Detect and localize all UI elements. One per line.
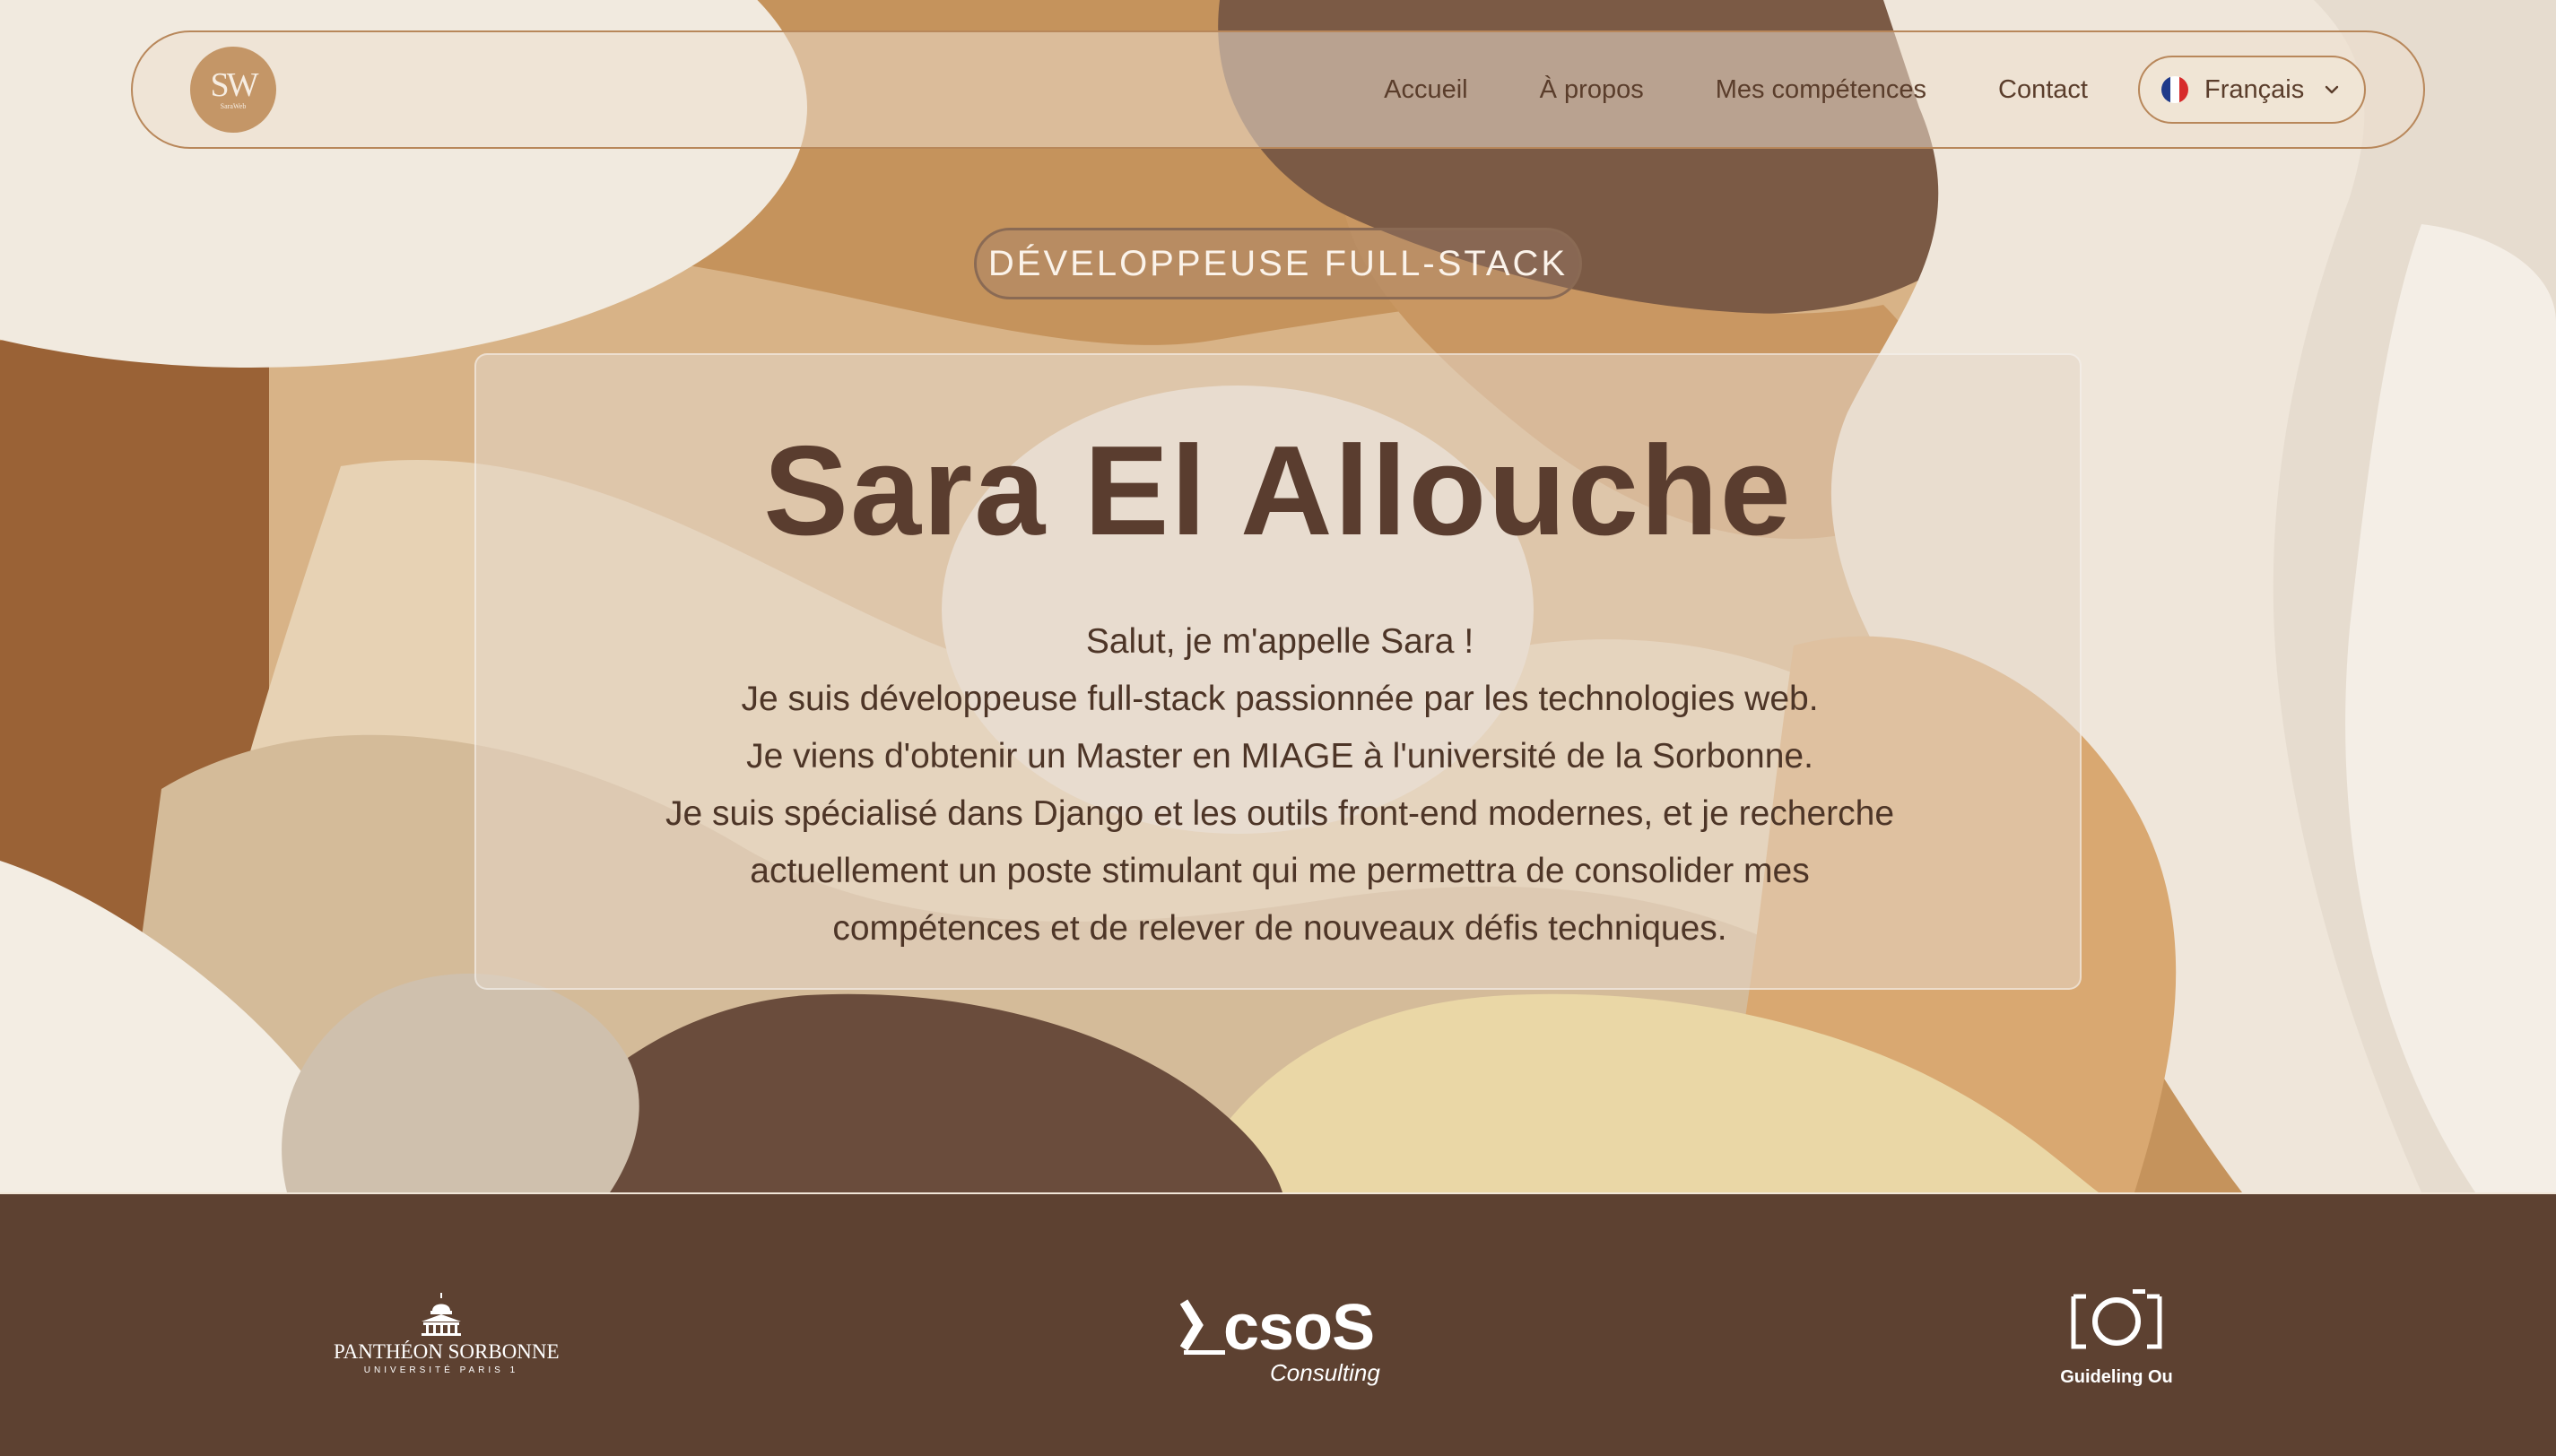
nav-link-a-propos[interactable]: À propos bbox=[1540, 75, 1644, 105]
logo-monogram: SW bbox=[210, 66, 259, 104]
partner-guideling[interactable]: Guideling Ou bbox=[2045, 1287, 2188, 1388]
chevron-down-icon bbox=[2325, 85, 2339, 94]
logo-subtext: SaraWeb bbox=[220, 102, 247, 110]
partner-pantheon-sorbonne[interactable]: PANTHÉON SORBONNE UNIVERSITÉ PARIS 1 bbox=[334, 1291, 560, 1375]
logo[interactable]: SW SaraWeb bbox=[190, 47, 276, 133]
nav-link-accueil[interactable]: Accueil bbox=[1384, 75, 1468, 105]
intro-card: Sara El Allouche Salut, je m'appelle Sar… bbox=[474, 353, 2082, 990]
camera-frame-icon bbox=[2071, 1289, 2162, 1349]
language-label: Français bbox=[2204, 74, 2305, 104]
bio-line: compétences et de relever de nouveaux dé… bbox=[832, 909, 1727, 948]
csos-subtitle: Consulting bbox=[1270, 1359, 1380, 1386]
pantheon-name: PANTHÉON SORBONNE bbox=[334, 1340, 560, 1363]
language-selector[interactable]: Français bbox=[2138, 56, 2366, 124]
bio-line: Je suis développeuse full-stack passionn… bbox=[741, 680, 1819, 718]
bio-line: Salut, je m'appelle Sara ! bbox=[1085, 622, 1474, 661]
bio-line: Je viens d'obtenir un Master en MIAGE à … bbox=[746, 737, 1813, 776]
partners-band: PANTHÉON SORBONNE UNIVERSITÉ PARIS 1 cso… bbox=[0, 1192, 2556, 1456]
bio-line: Je suis spécialisé dans Django et les ou… bbox=[665, 794, 1895, 833]
nav-link-competences[interactable]: Mes compétences bbox=[1716, 75, 1926, 105]
bio-line: actuellement un poste stimulant qui me p… bbox=[750, 852, 1810, 890]
csos-wordmark: csoS bbox=[1223, 1292, 1375, 1364]
navbar: SW SaraWeb Accueil À propos Mes compéten… bbox=[131, 30, 2425, 149]
pantheon-building-icon bbox=[422, 1293, 461, 1336]
role-badge: DÉVELOPPEUSE FULL-STACK bbox=[974, 228, 1582, 299]
nav-links: Accueil À propos Mes compétences Contact… bbox=[1384, 56, 2366, 124]
csos-mark-icon bbox=[1180, 1299, 1225, 1355]
guideling-name: Guideling Ou bbox=[2060, 1367, 2173, 1387]
pantheon-subtitle: UNIVERSITÉ PARIS 1 bbox=[363, 1365, 519, 1375]
bio-text: Salut, je m'appelle Sara ! Je suis dével… bbox=[584, 613, 1976, 958]
nav-link-contact[interactable]: Contact bbox=[1998, 75, 2088, 105]
hero-section: SW SaraWeb Accueil À propos Mes compéten… bbox=[0, 0, 2556, 1192]
page-title: Sara El Allouche bbox=[763, 420, 1793, 562]
france-flag-icon bbox=[2161, 76, 2188, 103]
partner-csos-consulting[interactable]: csoS Consulting bbox=[1180, 1291, 1380, 1391]
